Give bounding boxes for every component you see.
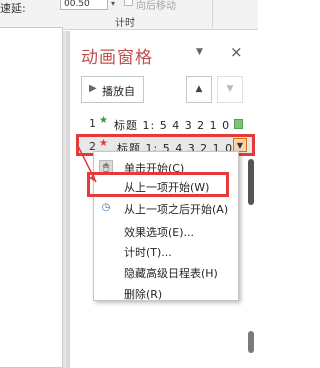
- animation-item[interactable]: 1 ★ 标题 1: 5 4 3 2 1 0: [84, 114, 254, 134]
- menu-item-label: 计时(T)...: [124, 246, 172, 259]
- entrance-effect-icon: ★: [99, 138, 108, 149]
- menu-item-hide-timeline[interactable]: 隐藏高级日程表(H): [94, 263, 238, 281]
- menu-item-label: 删除(R): [124, 288, 163, 301]
- close-icon[interactable]: ×: [230, 43, 243, 61]
- ribbon-timing-group: 速延: 00.50 ▾ 向后移动 计时: [0, 0, 258, 30]
- timing-group-label: 计时: [115, 18, 135, 29]
- move-later-checkbox: [124, 0, 133, 6]
- pane-options-icon[interactable]: ▼: [196, 47, 203, 57]
- menu-item-label: 从上一项之后开始(A): [124, 203, 229, 216]
- menu-item-label: 隐藏高级日程表(H): [124, 267, 218, 280]
- entrance-effect-icon: ★: [99, 115, 108, 126]
- slide-canvas[interactable]: [0, 27, 63, 368]
- move-down-button[interactable]: ▼: [217, 76, 243, 103]
- animation-number: 1: [89, 117, 96, 130]
- scrollbar-lower-thumb[interactable]: [248, 331, 254, 353]
- menu-item-after-previous[interactable]: ◷ 从上一项之后开始(A): [94, 199, 238, 217]
- move-up-button[interactable]: ▲: [186, 76, 212, 103]
- menu-item-label: 效果选项(E)...: [124, 226, 195, 239]
- menu-item-remove[interactable]: 删除(R): [94, 284, 238, 302]
- delay-label: 速延:: [0, 2, 26, 15]
- annotation-highlight-box: [87, 172, 229, 197]
- duration-input[interactable]: 00.50: [60, 0, 108, 10]
- menu-item-timing[interactable]: 计时(T)...: [94, 242, 238, 260]
- play-from-button[interactable]: ▶ 播放自: [81, 76, 144, 103]
- animation-label: 标题 1: 5 4 3 2 1 0: [114, 119, 231, 132]
- clock-icon: ◷: [101, 202, 111, 213]
- ribbon-divider: [212, 0, 213, 28]
- play-from-label: 播放自: [102, 85, 135, 98]
- chevron-down-icon[interactable]: ▾: [108, 0, 118, 10]
- timeline-bar: [234, 119, 243, 129]
- play-icon: ▶: [89, 83, 97, 94]
- menu-item-effect-options[interactable]: 效果选项(E)...: [94, 222, 238, 240]
- animation-dropdown-button[interactable]: ▼: [233, 138, 247, 152]
- move-later-label: 向后移动: [136, 1, 176, 12]
- pane-title: 动画窗格: [81, 48, 153, 68]
- scrollbar-thumb[interactable]: [248, 159, 254, 205]
